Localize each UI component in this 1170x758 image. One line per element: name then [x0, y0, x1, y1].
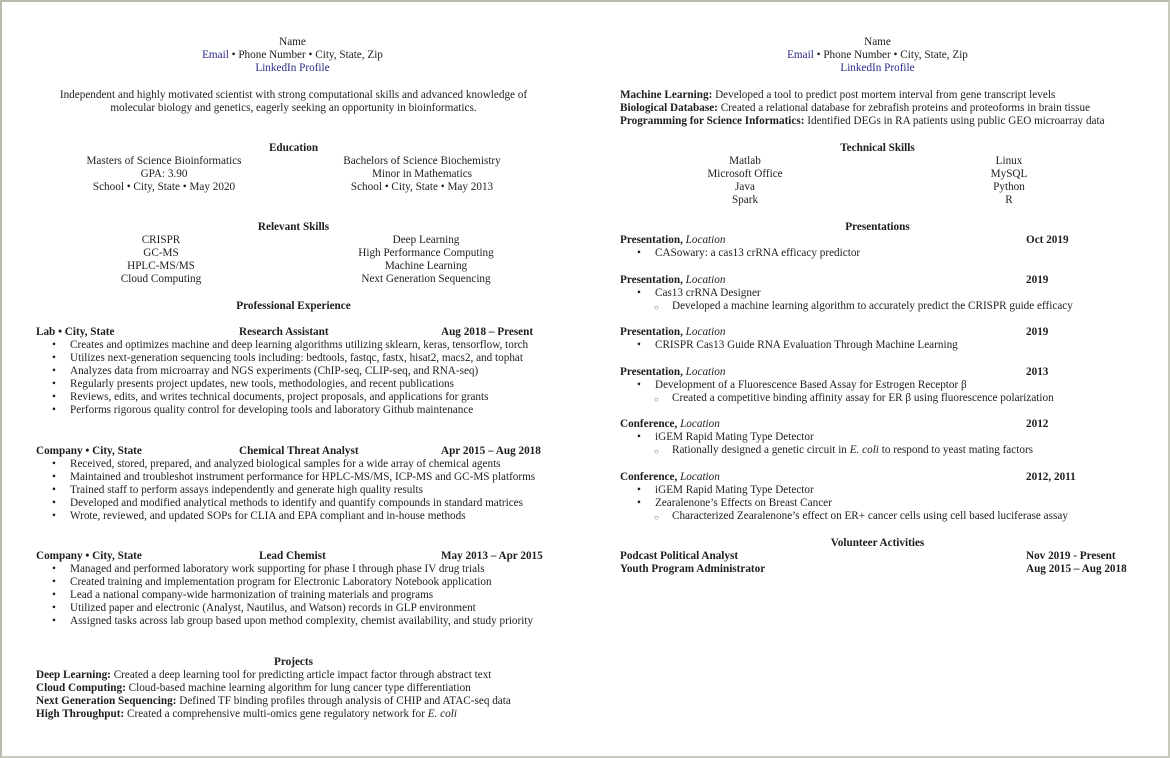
- candidate-name: Name: [864, 36, 891, 48]
- linkedin-link[interactable]: LinkedIn Profile: [840, 62, 914, 74]
- project-item: High Throughput: Created a comprehensive…: [36, 708, 457, 720]
- tech-skill-item: Python: [993, 181, 1025, 193]
- candidate-name: Name: [279, 36, 306, 48]
- technical-skills-heading: Technical Skills: [840, 142, 915, 154]
- experience-heading: Professional Experience: [236, 300, 351, 312]
- skill-item: GC-MS: [143, 247, 179, 259]
- volunteer-role: Podcast Political Analyst: [620, 550, 739, 562]
- contact-line: Email • Phone Number • City, State, Zip: [585, 49, 1170, 62]
- relevant-skills-heading: Relevant Skills: [257, 221, 330, 233]
- presentation-title: Presentation, Location: [620, 326, 726, 338]
- presentation-title: Presentation, Location: [620, 274, 726, 286]
- job-role: Chemical Threat Analyst: [239, 445, 359, 457]
- skill-item: Deep Learning: [392, 234, 460, 246]
- job-role: Research Assistant: [239, 326, 329, 338]
- project-item: Machine Learning: Developed a tool to pr…: [620, 89, 1056, 101]
- contact-details: • Phone Number • City, State, Zip: [228, 49, 383, 61]
- education-minor: Minor in Mathematics: [371, 168, 473, 180]
- education-school-1: School • City, State • May 2020: [92, 181, 236, 193]
- education-school-2: School • City, State • May 2013: [350, 181, 494, 193]
- project-item: Deep Learning: Created a deep learning t…: [36, 669, 492, 681]
- volunteer-heading: Volunteer Activities: [830, 537, 925, 549]
- conference-title: Conference, Location: [620, 418, 720, 430]
- skill-item: Cloud Computing: [120, 273, 202, 285]
- presentation-date: 2019: [1026, 274, 1049, 286]
- presentations-heading: Presentations: [845, 221, 910, 233]
- project-item: Cloud Computing: Cloud-based machine lea…: [36, 682, 471, 694]
- tech-skill-item: Microsoft Office: [707, 168, 783, 180]
- tech-skill-item: MySQL: [990, 168, 1028, 180]
- job-role: Lead Chemist: [259, 550, 326, 562]
- job-dates: May 2013 – Apr 2015: [441, 550, 543, 562]
- education-gpa: GPA: 3.90: [140, 168, 188, 180]
- volunteer-role: Youth Program Administrator: [620, 563, 766, 575]
- project-item: Biological Database: Created a relationa…: [620, 102, 1091, 114]
- summary-line-2: molecular biology and genetics, eagerly …: [110, 102, 477, 114]
- skill-item: High Performance Computing: [358, 247, 494, 259]
- presentation-date: 2013: [1026, 366, 1049, 378]
- presentation-title: Presentation, Location: [620, 366, 726, 378]
- tech-skill-item: Linux: [995, 155, 1023, 167]
- job-dates: Apr 2015 – Aug 2018: [441, 445, 541, 457]
- skill-item: Next Generation Sequencing: [361, 273, 491, 285]
- contact-details: • Phone Number • City, State, Zip: [813, 49, 968, 61]
- conference-title: Conference, Location: [620, 471, 720, 483]
- contact-line: Email • Phone Number • City, State, Zip: [0, 49, 585, 62]
- tech-skill-item: Java: [735, 181, 755, 193]
- linkedin-link-row: LinkedIn Profile: [0, 62, 585, 75]
- education-heading: Education: [268, 142, 319, 154]
- tech-skill-item: Matlab: [729, 155, 761, 167]
- conference-date: 2012, 2011: [1026, 471, 1076, 483]
- education-degree-1: Masters of Science Bioinformatics: [86, 155, 242, 167]
- linkedin-link-row: LinkedIn Profile: [585, 62, 1170, 75]
- project-item: Programming for Science Informatics: Ide…: [620, 115, 1105, 127]
- email-link[interactable]: Email: [202, 49, 229, 61]
- linkedin-link[interactable]: LinkedIn Profile: [255, 62, 329, 74]
- presentation-date: Oct 2019: [1026, 234, 1069, 246]
- skill-item: CRISPR: [141, 234, 181, 246]
- tech-skill-item: R: [1005, 194, 1013, 206]
- job-dates: Aug 2018 – Present: [441, 326, 534, 338]
- volunteer-dates: Nov 2019 - Present: [1026, 550, 1116, 562]
- education-degree-2: Bachelors of Science Biochemistry: [343, 155, 501, 167]
- job-org: Lab • City, State: [36, 326, 115, 338]
- email-link[interactable]: Email: [787, 49, 814, 61]
- skill-item: HPLC-MS/MS: [127, 260, 195, 272]
- volunteer-dates: Aug 2015 – Aug 2018: [1026, 563, 1127, 575]
- projects-heading: Projects: [274, 656, 313, 668]
- presentation-title: Presentation, Location: [620, 234, 726, 246]
- skill-item: Machine Learning: [384, 260, 468, 272]
- job-org: Company • City, State: [36, 550, 142, 562]
- job-org: Company • City, State: [36, 445, 142, 457]
- tech-skill-item: Spark: [731, 194, 759, 206]
- presentation-date: 2019: [1026, 326, 1049, 338]
- conference-date: 2012: [1026, 418, 1049, 430]
- summary-line-1: Independent and highly motivated scienti…: [59, 89, 528, 101]
- project-item: Next Generation Sequencing: Defined TF b…: [36, 695, 511, 707]
